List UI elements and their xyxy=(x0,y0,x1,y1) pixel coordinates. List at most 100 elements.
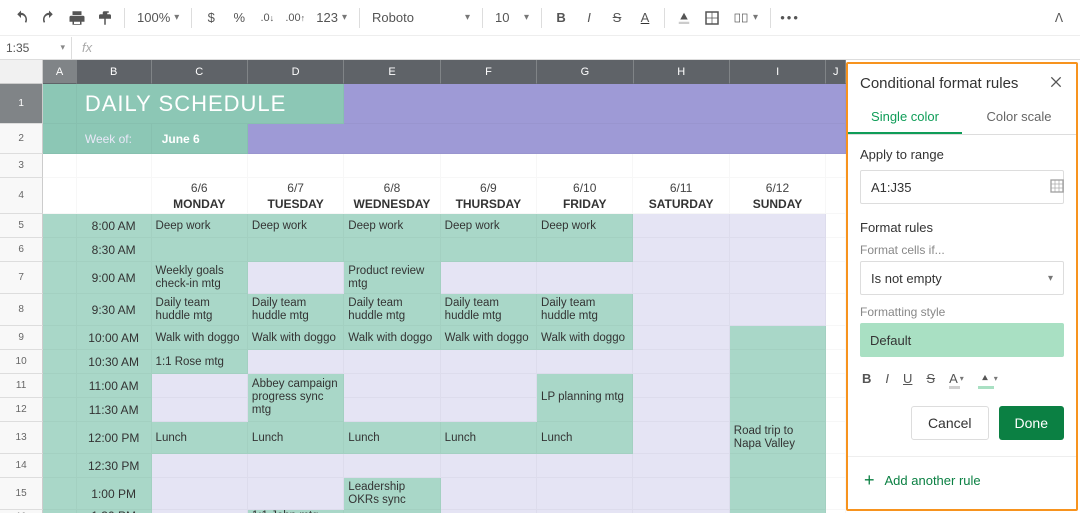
column-headers: A B C D E F G H I J xyxy=(0,60,846,84)
row-header[interactable]: 14 xyxy=(0,454,43,478)
cells-if-label: Format cells if... xyxy=(860,243,1064,257)
row-header[interactable]: 15 xyxy=(0,478,43,510)
redo-button[interactable] xyxy=(36,5,62,31)
more-formats-dropdown[interactable]: 123▾ xyxy=(310,5,353,31)
zoom-dropdown[interactable]: 100%▾ xyxy=(131,5,185,31)
day-sun: 6/12SUNDAY xyxy=(730,178,826,214)
conditional-format-panel: Conditional format rules Single color Co… xyxy=(846,62,1078,511)
row-8: 8 9:30 AM Daily team huddle mtg Daily te… xyxy=(0,294,846,326)
row-header[interactable]: 5 xyxy=(0,214,43,238)
col-H[interactable]: H xyxy=(634,60,730,84)
cancel-button[interactable]: Cancel xyxy=(911,406,989,440)
day-fri: 6/10FRIDAY xyxy=(537,178,633,214)
row-header[interactable]: 10 xyxy=(0,350,43,374)
col-A[interactable]: A xyxy=(43,60,76,84)
row-14: 14 12:30 PM xyxy=(0,454,846,478)
text-color-button[interactable]: A xyxy=(632,5,658,31)
toolbar: 100%▾ $ % .0↓ .00↑ 123▾ Roboto▾ 10▾ B I … xyxy=(0,0,1080,36)
more-button[interactable]: ••• xyxy=(777,5,803,31)
bold-icon[interactable]: B xyxy=(862,371,871,386)
font-size-dropdown[interactable]: 10▾ xyxy=(489,5,535,31)
row-header[interactable]: 3 xyxy=(0,154,43,178)
strikethrough-button[interactable]: S xyxy=(604,5,630,31)
day-thu: 6/9THURSDAY xyxy=(441,178,537,214)
default-style-preview[interactable]: Default xyxy=(860,323,1064,357)
font-dropdown[interactable]: Roboto▾ xyxy=(366,5,476,31)
format-rules-label: Format rules xyxy=(860,220,1064,235)
row-11: 11 11:00 AM Abbey campaign progress sync… xyxy=(0,374,846,398)
row-1: 1 DAILY SCHEDULE xyxy=(0,84,846,124)
condition-select[interactable]: Is not empty ▾ xyxy=(860,261,1064,295)
row-5: 5 8:00 AM Deep work Deep work Deep work … xyxy=(0,214,846,238)
row-header[interactable]: 1 xyxy=(0,84,43,124)
col-G[interactable]: G xyxy=(537,60,633,84)
name-box[interactable]: 1:35 xyxy=(0,37,72,59)
strikethrough-icon[interactable]: S xyxy=(926,371,935,386)
close-icon[interactable] xyxy=(1048,74,1064,93)
collapse-toolbar-button[interactable]: ᐱ xyxy=(1046,5,1072,31)
style-label: Formatting style xyxy=(860,305,1064,319)
col-C[interactable]: C xyxy=(152,60,248,84)
col-D[interactable]: D xyxy=(248,60,344,84)
bold-button[interactable]: B xyxy=(548,5,574,31)
row-7: 7 9:00 AM Weekly goals check-in mtg Prod… xyxy=(0,262,846,294)
apply-range-label: Apply to range xyxy=(860,147,1064,162)
style-icons: B I U S A▾ ▾ xyxy=(860,367,1064,400)
page-title: DAILY SCHEDULE xyxy=(81,91,286,117)
fill-color-icon[interactable]: ▾ xyxy=(978,372,998,386)
undo-button[interactable] xyxy=(8,5,34,31)
row-header[interactable]: 13 xyxy=(0,422,43,454)
day-tue: 6/7TUESDAY xyxy=(248,178,344,214)
row-2: 2 Week of: June 6 xyxy=(0,124,846,154)
row-15: 15 1:00 PM Leadership OKRs sync xyxy=(0,478,846,510)
panel-title: Conditional format rules xyxy=(860,75,1018,92)
tab-color-scale[interactable]: Color scale xyxy=(962,101,1076,134)
increase-decimal-button[interactable]: .00↑ xyxy=(282,5,308,31)
done-button[interactable]: Done xyxy=(999,406,1064,440)
row-header[interactable]: 2 xyxy=(0,124,43,154)
fill-color-button[interactable] xyxy=(671,5,697,31)
paint-format-button[interactable] xyxy=(92,5,118,31)
range-input[interactable] xyxy=(869,179,1049,196)
row-13: 13 12:00 PM Lunch Lunch Lunch Lunch Lunc… xyxy=(0,422,846,454)
currency-button[interactable]: $ xyxy=(198,5,224,31)
borders-button[interactable] xyxy=(699,5,725,31)
row-header[interactable]: 7 xyxy=(0,262,43,294)
col-F[interactable]: F xyxy=(441,60,537,84)
plus-icon: + xyxy=(864,471,875,489)
day-mon: 6/6MONDAY xyxy=(152,178,248,214)
row-header[interactable]: 4 xyxy=(0,178,43,214)
merge-dropdown[interactable]: ▾ xyxy=(727,5,764,31)
percent-button[interactable]: % xyxy=(226,5,252,31)
row-header[interactable]: 8 xyxy=(0,294,43,326)
col-B[interactable]: B xyxy=(77,60,152,84)
range-input-row xyxy=(860,170,1064,204)
text-color-icon[interactable]: A▾ xyxy=(949,371,964,386)
italic-button[interactable]: I xyxy=(576,5,602,31)
spreadsheet[interactable]: A B C D E F G H I J 1 DAILY SCHEDULE 2 W… xyxy=(0,60,846,513)
add-rule-button[interactable]: + Add another rule xyxy=(848,456,1076,503)
panel-tabs: Single color Color scale xyxy=(848,101,1076,135)
row-9: 9 10:00 AM Walk with doggo Walk with dog… xyxy=(0,326,846,350)
row-10: 10 10:30 AM 1:1 Rose mtg xyxy=(0,350,846,374)
col-E[interactable]: E xyxy=(344,60,440,84)
row-6: 6 8:30 AM xyxy=(0,238,846,262)
row-4: 4 6/6MONDAY 6/7TUESDAY 6/8WEDNESDAY 6/9T… xyxy=(0,178,846,214)
col-I[interactable]: I xyxy=(730,60,826,84)
grid-select-icon[interactable] xyxy=(1049,178,1065,197)
row-header[interactable]: 9 xyxy=(0,326,43,350)
select-all-corner[interactable] xyxy=(0,60,43,84)
row-header[interactable]: 6 xyxy=(0,238,43,262)
print-button[interactable] xyxy=(64,5,90,31)
decrease-decimal-button[interactable]: .0↓ xyxy=(254,5,280,31)
tab-single-color[interactable]: Single color xyxy=(848,101,962,134)
day-sat: 6/11SATURDAY xyxy=(633,178,729,214)
fx-label: fx xyxy=(72,40,102,55)
row-12: 12 11:30 AM xyxy=(0,398,846,422)
row-header[interactable]: 11 xyxy=(0,374,43,398)
row-header[interactable]: 12 xyxy=(0,398,43,422)
formula-bar: 1:35 fx xyxy=(0,36,1080,60)
italic-icon[interactable]: I xyxy=(885,371,889,386)
col-J[interactable]: J xyxy=(826,60,846,84)
underline-icon[interactable]: U xyxy=(903,371,912,386)
